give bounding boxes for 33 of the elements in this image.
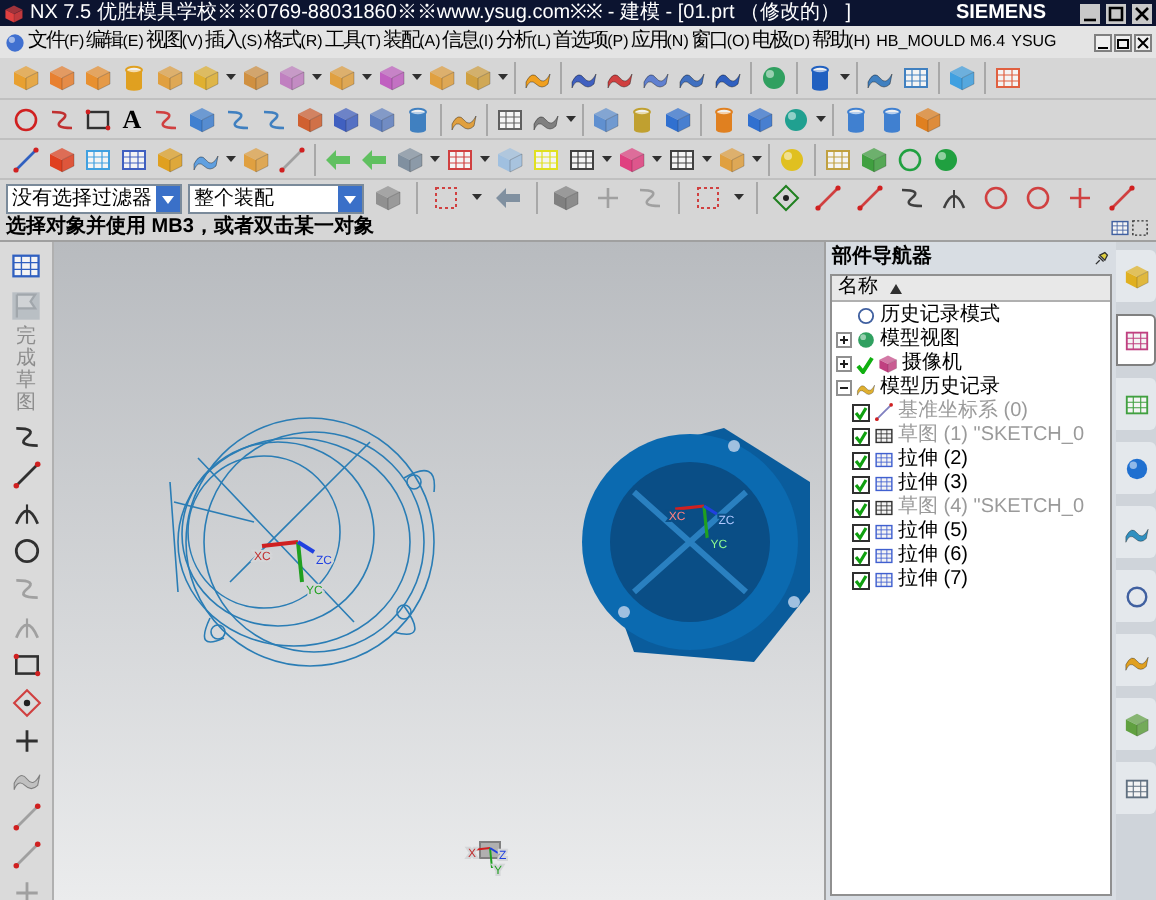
menu-item[interactable]: 帮助(H): [812, 28, 871, 56]
tree-item[interactable]: 模型视图: [880, 328, 960, 352]
tree-item[interactable]: 拉伸 (6): [898, 544, 968, 568]
menu-item[interactable]: 窗口(O): [690, 28, 750, 56]
brand-name: SIEMENS: [955, 1, 1048, 25]
text-tool[interactable]: A: [116, 105, 148, 133]
tree-item[interactable]: 历史记录模式: [880, 304, 1000, 328]
tree-item[interactable]: 拉伸 (7): [898, 568, 968, 592]
menu-item[interactable]: 格式(R): [264, 28, 323, 56]
menu-item[interactable]: 应用(N): [630, 28, 689, 56]
menu-item[interactable]: 装配(A): [383, 28, 441, 56]
tree-item[interactable]: 模型历史记录: [880, 376, 1000, 400]
menu-item[interactable]: 电极(D): [751, 28, 811, 56]
menu-item[interactable]: 工具(T): [324, 28, 382, 56]
menu-item[interactable]: HB_MOULD M6.4: [876, 28, 1006, 56]
tree-item[interactable]: 拉伸 (5): [898, 520, 968, 544]
menu-item[interactable]: YSUG: [1011, 28, 1057, 56]
menu-item[interactable]: 插入(S): [205, 28, 263, 56]
tree-item[interactable]: 摄像机: [902, 352, 962, 376]
menu-item[interactable]: 首选项(P): [553, 28, 629, 56]
menu-item[interactable]: 分析(L): [495, 28, 552, 56]
selection-filter-dropdown[interactable]: 没有选择过滤器: [6, 183, 182, 213]
scope-dropdown[interactable]: 整个装配: [188, 183, 364, 213]
window-title: NX 7.5 优胜模具学校※※0769-88031860※※www.ysug.com※※ - 建模 - [01.prt （修改的） ]: [30, 1, 854, 25]
menu-item[interactable]: 视图(V): [145, 28, 204, 56]
tree-item[interactable]: 拉伸 (3): [898, 472, 968, 496]
column-header[interactable]: 名称: [832, 276, 1110, 302]
tree-item[interactable]: 拉伸 (2): [898, 448, 968, 472]
menu-item[interactable]: 文件(F): [28, 28, 85, 56]
panel-title: 部件导航器: [832, 246, 934, 270]
menu-item[interactable]: 信息(I): [442, 28, 494, 56]
status-text: 选择对象并使用 MB3，或者双击某一对象: [6, 216, 376, 240]
menu-item[interactable]: 编辑(E): [86, 28, 144, 56]
